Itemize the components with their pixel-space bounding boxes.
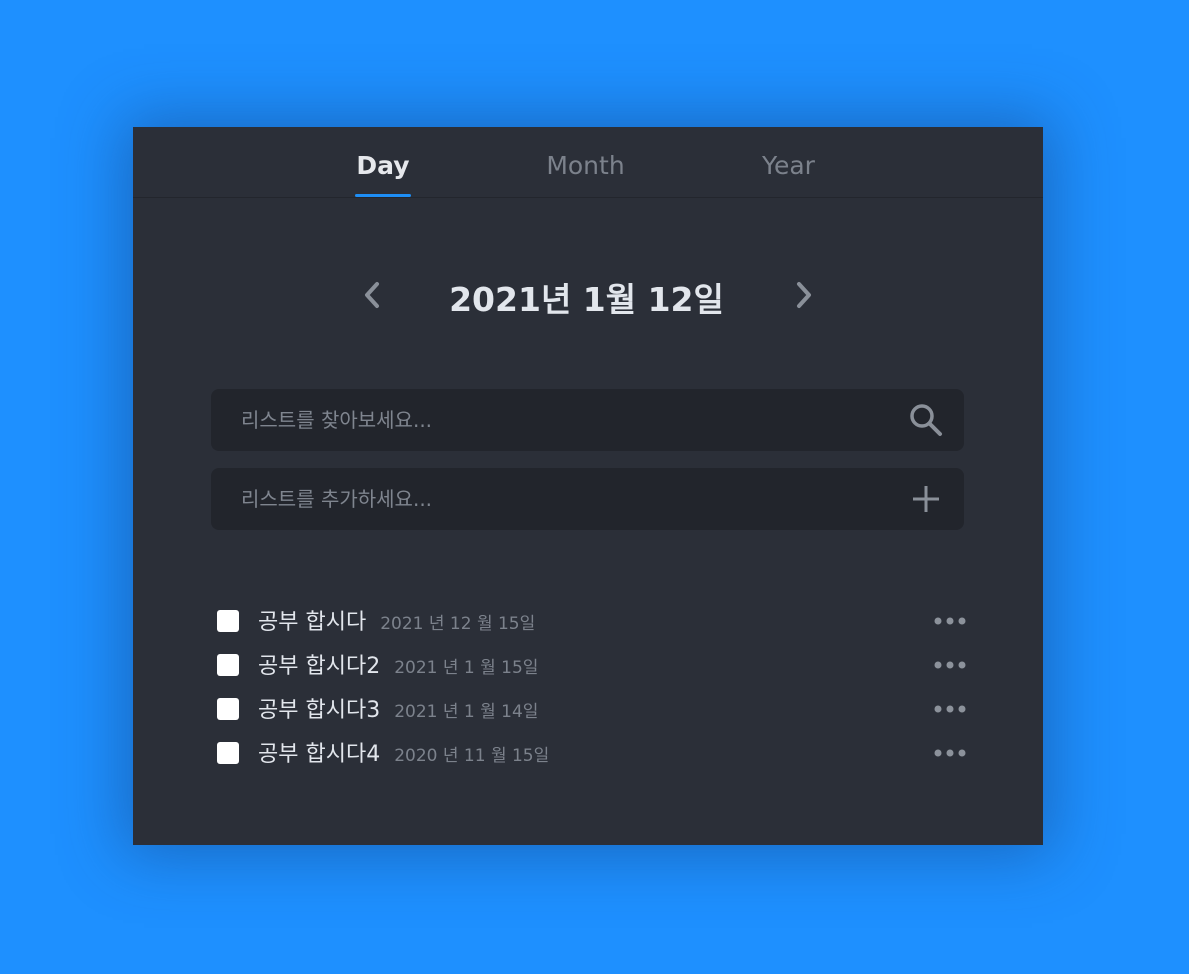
- current-date-title: 2021년 1월 12일: [449, 280, 724, 319]
- search-bar: [211, 389, 964, 451]
- more-horizontal-icon: [934, 705, 966, 713]
- todo-checkbox[interactable]: [217, 698, 239, 720]
- todo-list: 공부 합시다 2021 년 12 월 15일 공부 합시다2 2021 년 1 월 …: [217, 601, 967, 777]
- search-input[interactable]: [211, 389, 891, 451]
- todo-item: 공부 합시다4 2020 년 11 월 15일: [217, 733, 967, 777]
- tab-year-label: Year: [762, 151, 815, 180]
- todo-date: 2021 년 1 월 14일: [394, 702, 539, 722]
- todo-date: 2021 년 1 월 15일: [394, 658, 539, 678]
- search-icon: [910, 404, 942, 436]
- todo-content: 공부 합시다2 2021 년 1 월 15일: [258, 648, 538, 680]
- todo-content: 공부 합시다3 2021 년 1 월 14일: [258, 692, 538, 724]
- more-options-button[interactable]: [933, 657, 967, 673]
- todo-item: 공부 합시다 2021 년 12 월 15일: [217, 601, 967, 645]
- todo-checkbox[interactable]: [217, 654, 239, 676]
- tab-month-label: Month: [546, 151, 625, 180]
- previous-day-button[interactable]: [358, 275, 388, 315]
- todo-checkbox[interactable]: [217, 742, 239, 764]
- more-options-button[interactable]: [933, 745, 967, 761]
- todo-content: 공부 합시다 2021 년 12 월 15일: [258, 604, 535, 636]
- tab-day-label: Day: [356, 151, 410, 180]
- tab-year[interactable]: Year: [751, 151, 826, 197]
- tab-month[interactable]: Month: [533, 151, 638, 197]
- chevron-right-icon: [797, 282, 811, 308]
- plus-icon: [913, 486, 939, 512]
- todo-item: 공부 합시다2 2021 년 1 월 15일: [217, 645, 967, 689]
- todo-date: 2021 년 12 월 15일: [380, 614, 536, 634]
- todo-title: 공부 합시다3: [258, 698, 381, 723]
- more-horizontal-icon: [934, 661, 966, 669]
- add-todo-input[interactable]: [211, 468, 891, 530]
- todo-item: 공부 합시다3 2021 년 1 월 14일: [217, 689, 967, 733]
- add-bar: [211, 468, 964, 530]
- next-day-button[interactable]: [788, 275, 818, 315]
- todo-title: 공부 합시다: [258, 610, 367, 635]
- chevron-left-icon: [365, 282, 379, 308]
- active-tab-indicator: [355, 194, 411, 197]
- todo-title: 공부 합시다4: [258, 742, 381, 767]
- more-horizontal-icon: [934, 617, 966, 625]
- add-todo-button[interactable]: [908, 481, 944, 517]
- todo-app-card: Day Month Year 2021년 1월 12일 리스트를 찾아보세요..…: [133, 127, 1043, 845]
- todo-title: 공부 합시다2: [258, 654, 381, 679]
- more-options-button[interactable]: [933, 613, 967, 629]
- todo-content: 공부 합시다4 2020 년 11 월 15일: [258, 736, 549, 768]
- date-navigator: 2021년 1월 12일: [133, 267, 1043, 323]
- todo-checkbox[interactable]: [217, 610, 239, 632]
- more-options-button[interactable]: [933, 701, 967, 717]
- todo-date: 2020 년 11 월 15일: [394, 746, 550, 766]
- view-tabs: Day Month Year: [133, 127, 1043, 198]
- tab-day[interactable]: Day: [355, 151, 411, 197]
- more-horizontal-icon: [934, 749, 966, 757]
- search-button[interactable]: [908, 402, 944, 438]
